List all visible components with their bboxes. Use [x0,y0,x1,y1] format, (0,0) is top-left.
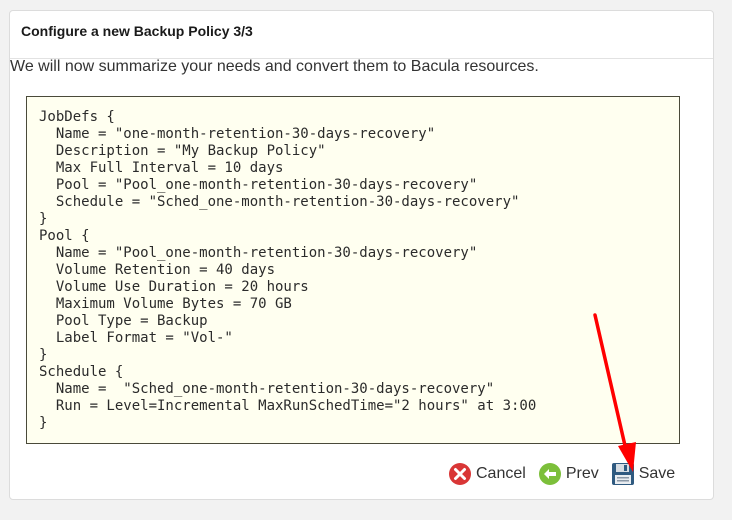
cancel-button[interactable]: Cancel [448,462,526,486]
cancel-button-label: Cancel [476,465,526,482]
cancel-icon [449,463,471,485]
intro-text: We will now summarize your needs and con… [10,58,539,75]
config-summary-text: JobDefs { Name = "one-month-retention-30… [39,109,537,431]
prev-button-label: Prev [565,465,599,482]
dialog-title: Configure a new Backup Policy 3/3 [10,11,713,59]
save-button[interactable]: Save [611,462,675,486]
arrow-left-icon [538,463,561,485]
floppy-disk-icon [611,463,634,485]
save-button-label: Save [638,465,676,482]
dialog-actions: Cancel Prev Save [448,462,675,486]
prev-button[interactable]: Prev [538,462,599,486]
config-summary-box: JobDefs { Name = "one-month-retention-30… [26,96,680,444]
